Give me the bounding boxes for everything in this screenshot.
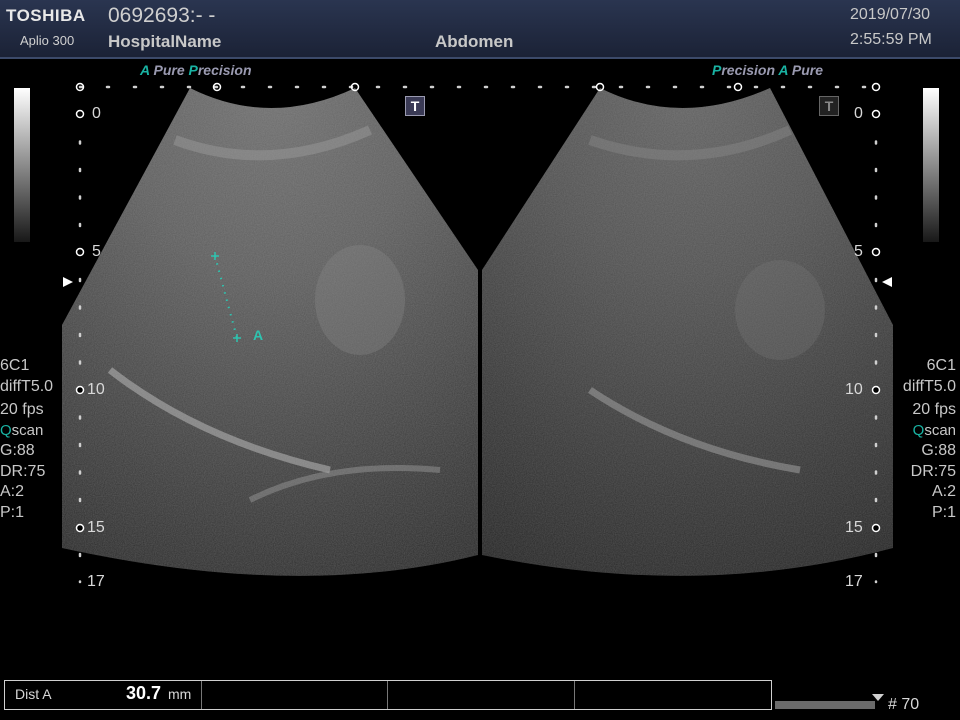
gain-label: G:88	[921, 442, 956, 459]
left-image-tag: A Pure Precision	[140, 62, 252, 78]
measurement-cell[interactable]: Dist A 30.7 mm	[5, 681, 202, 709]
focus-marker-right-icon	[882, 277, 892, 287]
filter-label: diffT5.0	[0, 377, 54, 395]
fps-label: 20 fps	[0, 401, 44, 418]
patient-id: 0692693:- -	[108, 4, 216, 27]
depth-label-right-0: 0	[854, 105, 863, 122]
a-label: A:2	[0, 483, 25, 500]
dr-label: DR:75	[0, 462, 46, 480]
depth-label-right-17: 17	[845, 573, 863, 590]
exam-type: Abdomen	[435, 32, 514, 51]
header-bar: TOSHIBA Aplio 300 0692693:- - HospitalNa…	[0, 0, 960, 59]
fps-label: 20 fps	[912, 401, 956, 418]
measurement-cell-empty	[575, 681, 770, 709]
right-image-tag: Precision A Pure	[712, 62, 824, 78]
probe-label: 6C1	[926, 357, 956, 374]
grayscale-bar-right	[923, 88, 939, 242]
model-name: Aplio 300	[20, 33, 75, 48]
qscan-label: Qscan	[912, 421, 956, 439]
cine-position-icon[interactable]	[872, 694, 884, 702]
filter-label: diffT5.0	[902, 377, 956, 395]
left-ultrasound-sector	[62, 88, 478, 576]
depth-label-right-5: 5	[854, 243, 863, 260]
probe-label: 6C1	[0, 357, 30, 374]
measurement-label: Dist A	[15, 686, 52, 702]
inactive-image-icon[interactable]: T	[819, 96, 839, 116]
depth-label-left-5: 5	[92, 243, 101, 260]
left-param-panel: 6C1 diffT5.0 20 fps Qscan G:88 DR:75 A:2…	[0, 356, 53, 523]
p-label: P:1	[931, 503, 956, 521]
dr-label: DR:75	[910, 462, 956, 480]
cine-scroll-bar[interactable]	[775, 701, 875, 709]
depth-label-right-10: 10	[845, 381, 863, 398]
measurement-unit: mm	[168, 686, 192, 702]
depth-label-left-15: 15	[87, 519, 105, 536]
gain-label: G:88	[0, 442, 35, 459]
focus-marker-left-icon	[63, 277, 73, 287]
brand-logo: TOSHIBA	[6, 6, 86, 25]
right-ultrasound-sector	[482, 88, 893, 576]
qscan-label: Qscan	[0, 421, 44, 439]
depth-label-left-0: 0	[92, 105, 101, 122]
frame-number: # 70	[888, 696, 920, 713]
measurement-value: 30.7	[126, 683, 162, 703]
grayscale-bar-left	[14, 88, 30, 242]
ultrasound-view	[62, 82, 893, 584]
exam-date: 2019/07/30	[850, 6, 931, 23]
depth-label-left-10: 10	[87, 381, 105, 398]
lateral-scale	[75, 82, 881, 92]
measurement-cell-empty	[202, 681, 388, 709]
depth-label-right-15: 15	[845, 519, 863, 536]
active-image-icon[interactable]: T	[405, 96, 425, 116]
depth-label-left-17: 17	[87, 573, 105, 590]
hospital-name: HospitalName	[108, 32, 222, 51]
p-label: P:1	[0, 503, 25, 521]
measurement-cell-empty	[388, 681, 575, 709]
exam-time: 2:55:59 PM	[850, 31, 932, 48]
a-label: A:2	[931, 483, 956, 500]
right-param-panel: 6C1 diffT5.0 20 fps Qscan G:88 DR:75 A:2…	[903, 356, 956, 523]
caliper-label: A	[253, 327, 264, 343]
measurement-table: Dist A 30.7 mm	[4, 680, 772, 710]
